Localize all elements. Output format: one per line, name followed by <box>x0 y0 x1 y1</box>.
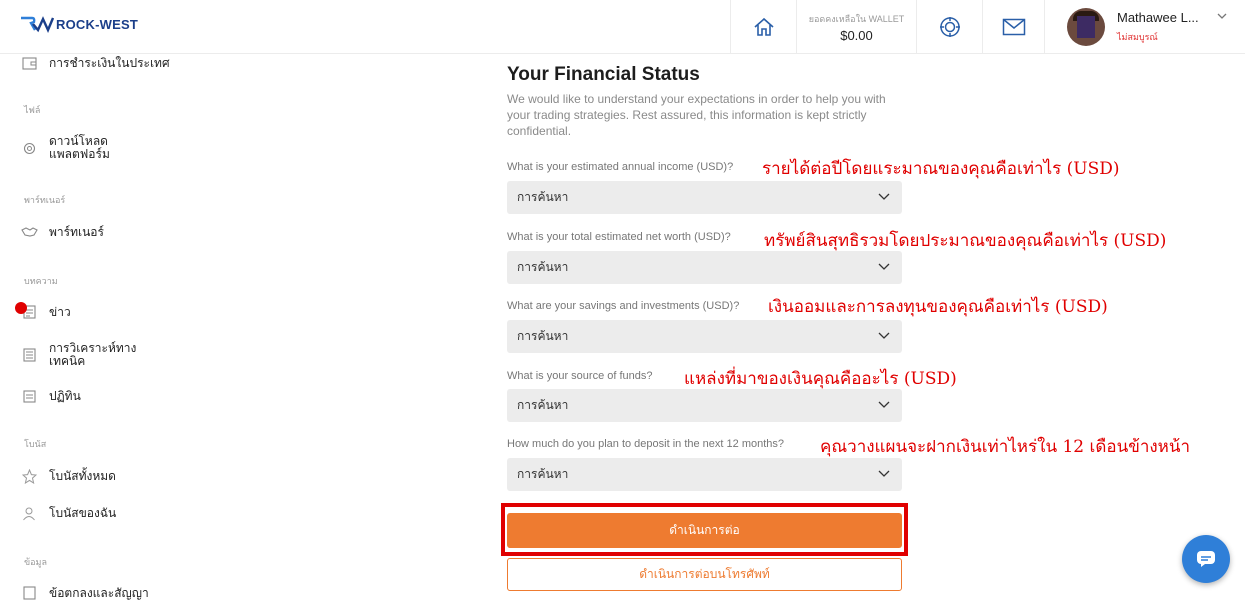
wallet-value: $0.00 <box>840 27 873 43</box>
section-files: ไฟล์ <box>24 105 41 115</box>
notification-dot <box>15 302 27 314</box>
home-button[interactable] <box>730 0 796 54</box>
sidebar-item-technical-analysis[interactable]: การวิเคราะห์ทาง เทคนิค <box>20 342 136 368</box>
chevron-down-icon <box>878 398 890 412</box>
chevron-down-icon <box>878 190 890 204</box>
annotation-savings: เงินออมและการลงทุนของคุณคือเท่าไร (USD) <box>768 297 1108 317</box>
user-status: ไม่สมบูรณ์ <box>1117 32 1158 42</box>
logo-text: ROCK-WEST <box>56 16 138 32</box>
sidebar-item-data[interactable]: ข้อตกลงและสัญญา <box>20 584 149 602</box>
section-bonus: โบนัส <box>24 439 47 449</box>
chat-icon <box>1197 551 1215 567</box>
sidebar-item-partner[interactable]: พาร์ทเนอร์ <box>20 223 104 241</box>
sidebar-item-calendar[interactable]: ปฏิทิน <box>20 387 81 405</box>
sidebar-item-label: การชำระเงินในประเทศ <box>49 55 170 70</box>
annotation-net-worth: ทรัพย์สินสุทธิรวมโดยประมาณของคุณคือเท่าไ… <box>764 231 1167 251</box>
document-icon <box>20 584 38 602</box>
select-placeholder: การค้นหา <box>517 260 569 274</box>
sidebar-item-domestic-payment[interactable]: การชำระเงินในประเทศ <box>20 54 170 72</box>
page-title: Your Financial Status <box>507 64 700 85</box>
chevron-down-icon <box>878 260 890 274</box>
sidebar-item-label: โบนัสทั้งหมด <box>49 468 116 483</box>
deposit-plan-select[interactable]: การค้นหา <box>507 458 902 491</box>
select-placeholder: การค้นหา <box>517 398 569 412</box>
select-placeholder: การค้นหา <box>517 190 569 204</box>
annual-income-select[interactable]: การค้นหา <box>507 181 902 214</box>
savings-select[interactable]: การค้นหา <box>507 320 902 353</box>
wallet-balance[interactable]: ยอดคงเหลือใน WALLET $0.00 <box>796 0 916 54</box>
question-savings: What are your savings and investments (U… <box>507 300 740 312</box>
avatar <box>1067 8 1105 46</box>
section-articles: บทความ <box>24 276 58 286</box>
sidebar-item-download-platform[interactable]: ดาวน์โหลด แพลตฟอร์ม <box>20 135 110 161</box>
mail-button[interactable] <box>982 0 1044 54</box>
user-menu[interactable]: Mathawee L... ไม่สมบูรณ์ <box>1044 0 1245 54</box>
select-placeholder: การค้นหา <box>517 467 569 481</box>
chevron-down-icon <box>878 467 890 481</box>
sidebar-item-label: ข้อตกลงและสัญญา <box>49 585 149 600</box>
top-bar: ROCK-WEST ยอดคงเหลือใน WALLET $0.00 Math… <box>0 0 1245 54</box>
annotation-source-of-funds: แหล่งที่มาของเงินคุณคืออะไร (USD) <box>684 369 957 389</box>
download-line-1: ดาวน์โหลด <box>49 134 108 148</box>
source-of-funds-select[interactable]: การค้นหา <box>507 389 902 422</box>
sidebar-item-label: ข่าว <box>49 304 71 319</box>
wallet-icon <box>20 54 38 72</box>
question-deposit-plan: How much do you plan to deposit in the n… <box>507 438 785 450</box>
highlight-box <box>501 503 908 556</box>
annotation-deposit-plan: คุณวางแผนจะฝากเงินเท่าไหร่ใน 12 เดือนข้า… <box>820 437 1191 457</box>
sidebar-item-my-bonus[interactable]: โบนัสของฉัน <box>20 504 116 522</box>
home-icon <box>753 17 774 36</box>
section-partner: พาร์ทเนอร์ <box>24 195 66 205</box>
sidebar-item-label: โบนัสของฉัน <box>49 505 117 520</box>
page-description: We would like to understand your expecta… <box>507 92 886 138</box>
wallet-label: ยอดคงเหลือใน WALLET <box>808 13 905 24</box>
chevron-down-icon <box>878 329 890 343</box>
user-name: Mathawee L... <box>1117 10 1199 25</box>
sidebar-item-news[interactable]: ข่าว <box>20 303 71 321</box>
sidebar: การชำระเงินในประเทศ ไฟล์ ดาวน์โหลด แพลตฟ… <box>0 54 240 603</box>
net-worth-select[interactable]: การค้นหา <box>507 251 902 284</box>
select-placeholder: การค้นหา <box>517 329 569 343</box>
target-button[interactable] <box>916 0 982 54</box>
sidebar-item-label: ดาวน์โหลด แพลตฟอร์ม <box>49 135 110 161</box>
section-data: ข้อมูล <box>24 557 48 567</box>
user-icon <box>20 504 38 522</box>
mail-icon <box>1002 18 1025 36</box>
analysis-line-1: การวิเคราะห์ทาง <box>49 341 137 355</box>
download-line-2: แพลตฟอร์ม <box>49 147 110 161</box>
question-net-worth: What is your total estimated net worth (… <box>507 231 731 243</box>
handshake-icon <box>20 223 38 241</box>
calendar-icon <box>20 387 38 405</box>
target-icon <box>939 17 960 37</box>
chat-button[interactable] <box>1182 535 1230 583</box>
annotation-annual-income: รายได้ต่อปีโดยแระมาณของคุณคือเท่าไร (USD… <box>762 159 1120 179</box>
logo-mark-icon <box>21 16 54 33</box>
question-annual-income: What is your estimated annual income (US… <box>507 161 734 173</box>
gear-icon <box>20 139 38 157</box>
continue-on-phone-button[interactable]: ดำเนินการต่อบนโทรศัพท์ <box>507 558 902 591</box>
sidebar-item-label: การวิเคราะห์ทาง เทคนิค <box>49 342 136 368</box>
analysis-line-2: เทคนิค <box>49 354 86 368</box>
sidebar-item-label: ปฏิทิน <box>49 388 81 403</box>
chevron-down-icon[interactable] <box>1217 8 1227 22</box>
question-source-of-funds: What is your source of funds? <box>507 370 653 382</box>
document-icon <box>20 346 38 364</box>
sidebar-item-all-bonus[interactable]: โบนัสทั้งหมด <box>20 467 116 485</box>
star-icon <box>20 467 38 485</box>
sidebar-item-label: พาร์ทเนอร์ <box>49 224 104 239</box>
logo[interactable]: ROCK-WEST <box>20 15 138 33</box>
